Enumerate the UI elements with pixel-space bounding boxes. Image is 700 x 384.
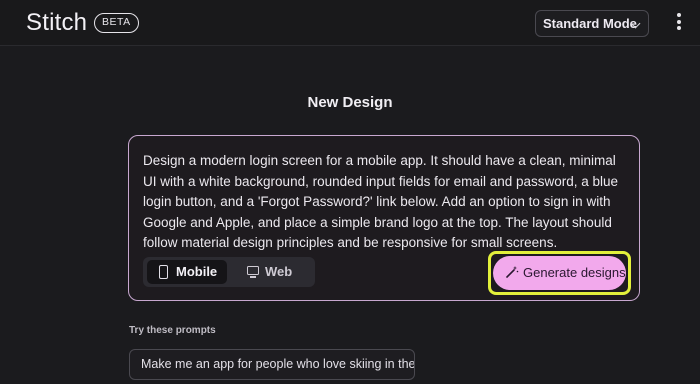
device-option-label: Mobile [176,264,218,279]
device-toggle: Mobile Web [143,257,315,287]
generate-designs-label: Generate designs [523,265,626,280]
suggestion-chip[interactable]: Make me an app for people who love skiin… [129,349,415,380]
device-option-label: Web [265,264,293,279]
top-bar: Stitch BETA Standard Mode [0,0,700,46]
page-title: New Design [307,94,393,111]
monitor-icon [247,266,259,278]
device-option-web[interactable]: Web [234,260,310,284]
phone-icon [159,265,168,279]
beta-badge: BETA [94,13,139,33]
suggestions-heading: Try these prompts [129,325,216,336]
app-logo[interactable]: Stitch [26,9,87,37]
more-vertical-icon[interactable] [672,13,686,33]
mode-select[interactable]: Standard Mode [535,10,649,37]
device-option-mobile[interactable]: Mobile [147,260,227,284]
mode-select-value: Standard Mode [543,16,637,31]
magic-wand-icon [506,266,519,278]
prompt-input[interactable]: Design a modern login screen for a mobil… [143,151,631,254]
generate-designs-button[interactable]: Generate designs [493,256,626,290]
